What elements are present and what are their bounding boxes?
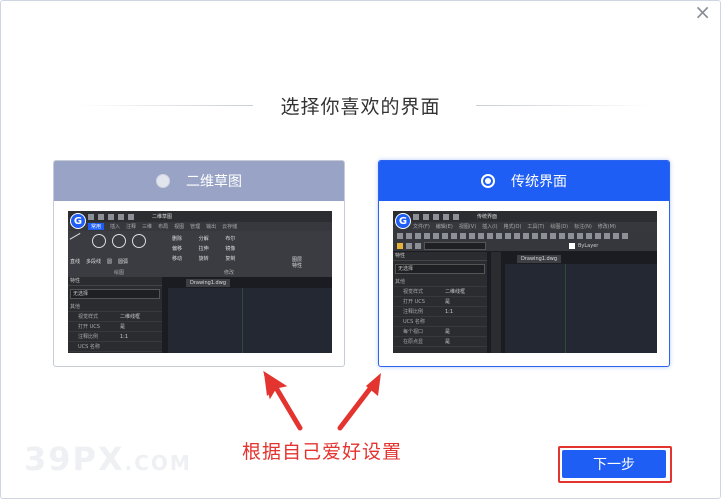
next-button[interactable]: 下一步 (562, 450, 666, 478)
annotation-text: 根据自己爱好设置 (242, 441, 403, 463)
annotation-arrows (263, 370, 381, 431)
arrow-shaft-right (337, 383, 375, 431)
watermark: 39PX.COM (24, 440, 192, 478)
